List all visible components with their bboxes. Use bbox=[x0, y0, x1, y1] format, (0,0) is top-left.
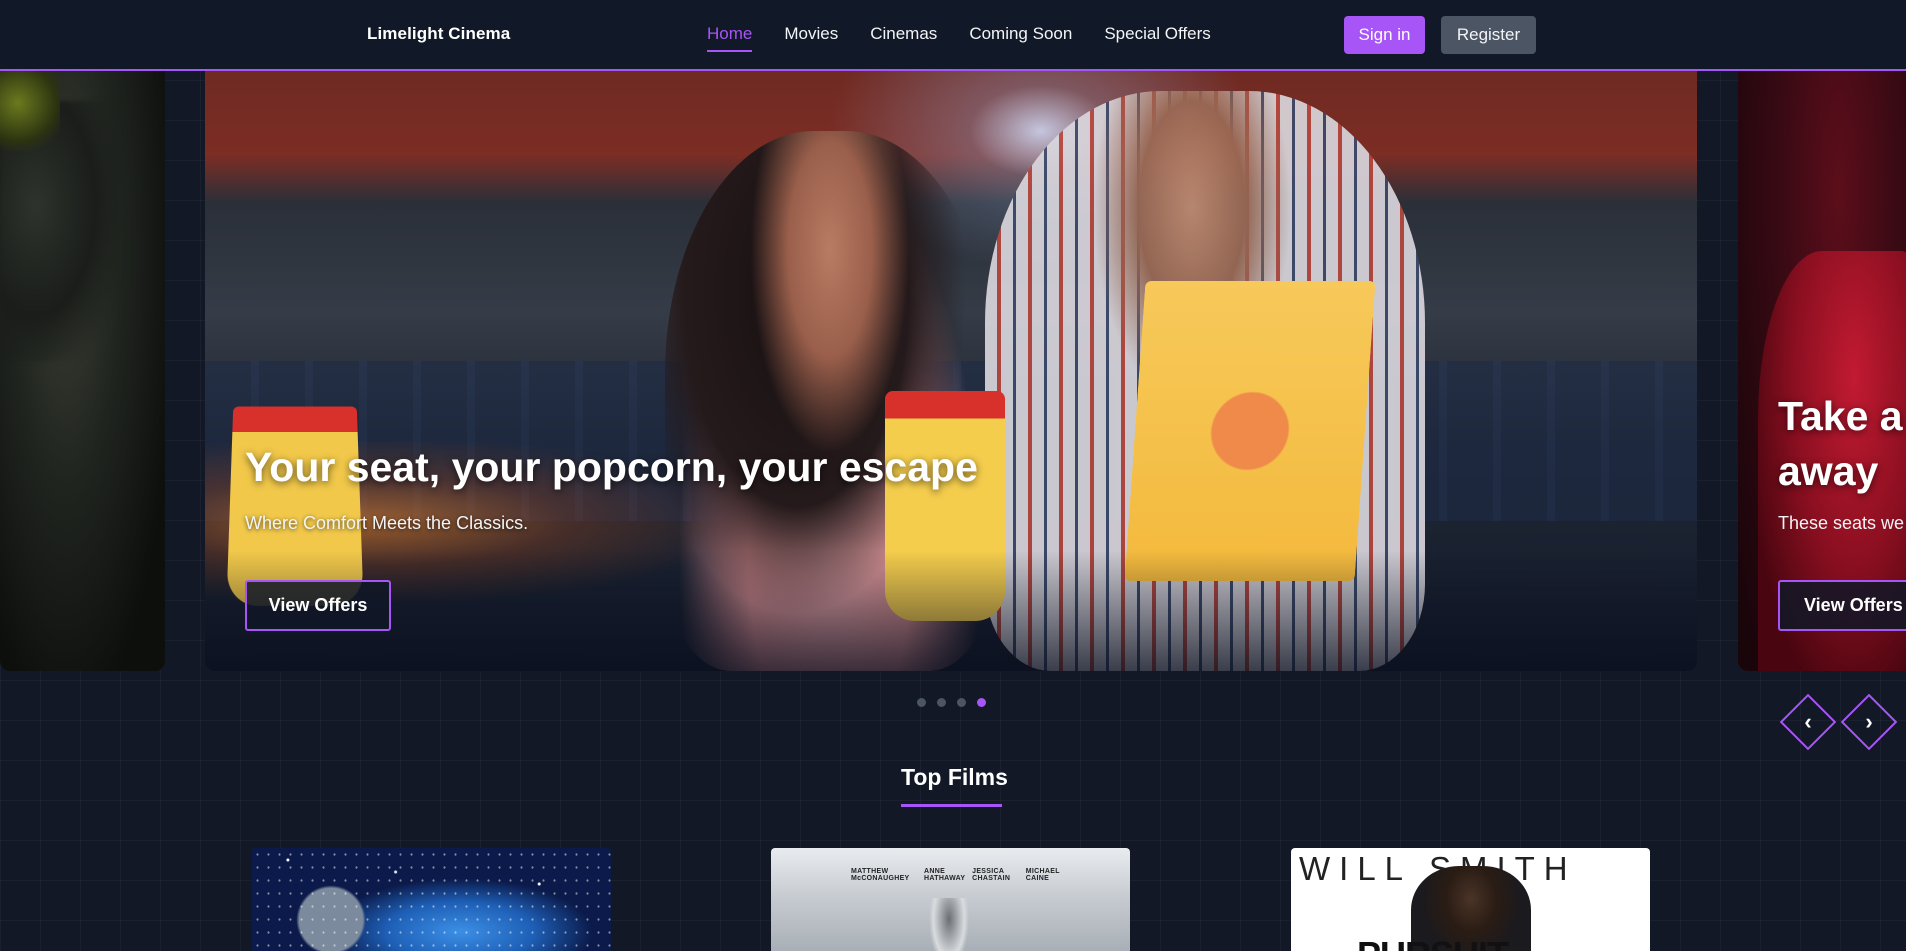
brand-logo[interactable]: Limelight Cinema bbox=[367, 24, 510, 44]
register-button[interactable]: Register bbox=[1441, 16, 1536, 54]
hero-subtitle: Where Comfort Meets the Classics. bbox=[245, 513, 529, 533]
next-slide-view-offers-button[interactable]: View Offers bbox=[1778, 580, 1906, 631]
popcorn-box-image bbox=[1124, 281, 1376, 581]
next-slide-title: Take a away bbox=[1778, 393, 1903, 494]
carousel-dot-4[interactable] bbox=[977, 698, 986, 707]
section-title-underline bbox=[901, 804, 1002, 807]
carousel-next-button[interactable] bbox=[1840, 693, 1898, 751]
nav-link-cinemas[interactable]: Cinemas bbox=[870, 24, 937, 52]
slide-background-image bbox=[0, 71, 60, 151]
film-poster-3[interactable]: WILL SMITH PURSUIT bbox=[1291, 848, 1650, 951]
carousel-dot-1[interactable] bbox=[917, 698, 926, 707]
nav-link-coming-soon[interactable]: Coming Soon bbox=[969, 24, 1072, 52]
poster-title: PURSUIT bbox=[1357, 934, 1509, 951]
film-poster-1[interactable] bbox=[252, 848, 611, 951]
next-slide-subtitle: These seats we bbox=[1778, 513, 1905, 533]
carousel-indicators bbox=[917, 698, 986, 707]
section-title-top-films: Top Films bbox=[901, 764, 1008, 790]
poster-credits: MATTHEW McCONAUGHEY ANNE HATHAWAY JESSIC… bbox=[851, 868, 1060, 882]
nav-link-movies[interactable]: Movies bbox=[784, 24, 838, 52]
carousel-dot-2[interactable] bbox=[937, 698, 946, 707]
carousel-prev-button[interactable] bbox=[1779, 693, 1837, 751]
carousel-slide-active: Your seat, your popcorn, your escape Whe… bbox=[205, 71, 1697, 671]
carousel-slide-next[interactable]: Take a away These seats we View Offers bbox=[1738, 71, 1906, 671]
sign-in-button[interactable]: Sign in bbox=[1344, 16, 1425, 54]
poster-astronaut-image bbox=[929, 898, 969, 951]
view-offers-button[interactable]: View Offers bbox=[245, 580, 391, 631]
nav-link-special-offers[interactable]: Special Offers bbox=[1104, 24, 1210, 52]
nav-link-home[interactable]: Home bbox=[707, 24, 753, 52]
film-poster-2[interactable]: MATTHEW McCONAUGHEY ANNE HATHAWAY JESSIC… bbox=[771, 848, 1130, 951]
carousel-dot-3[interactable] bbox=[957, 698, 966, 707]
hero-title: Your seat, your popcorn, your escape bbox=[245, 444, 978, 490]
carousel-slide-previous[interactable] bbox=[0, 71, 165, 671]
main-nav: Home Movies Cinemas Coming Soon Special … bbox=[707, 24, 1211, 52]
navbar: Limelight Cinema Home Movies Cinemas Com… bbox=[0, 0, 1906, 71]
